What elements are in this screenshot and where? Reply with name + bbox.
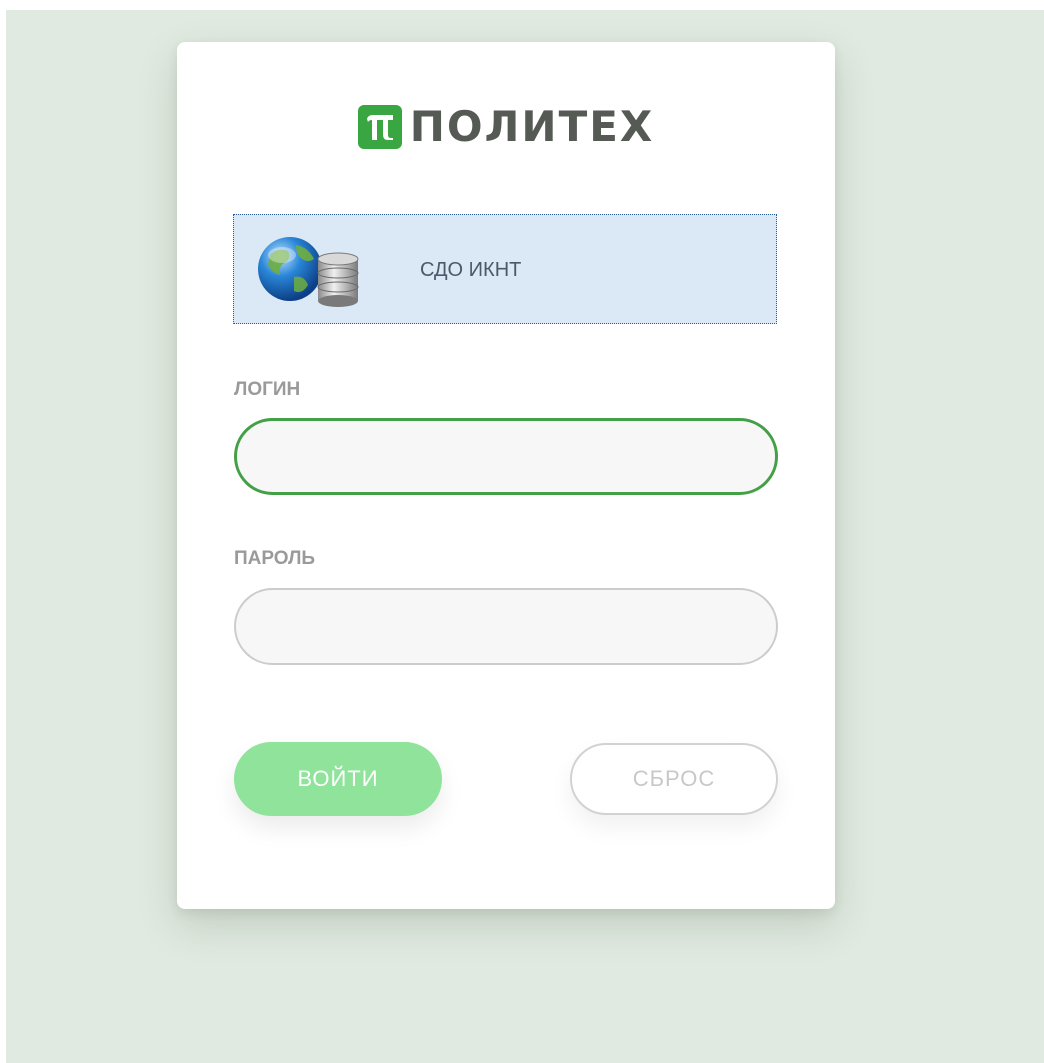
logo: ПОЛИТЕХ [177, 102, 835, 151]
login-card: ПОЛИТЕХ СДО ИКНТ ЛОГИН ПАРОЛЬ ВОЙТИ СБРО… [177, 42, 835, 909]
login-label: ЛОГИН [234, 379, 301, 400]
password-input[interactable] [234, 588, 778, 665]
password-label: ПАРОЛЬ [234, 548, 316, 569]
login-button[interactable]: ВОЙТИ [234, 742, 442, 816]
reset-button[interactable]: СБРОС [570, 743, 778, 815]
service-selector[interactable]: СДО ИКНТ [233, 214, 777, 324]
service-label: СДО ИКНТ [420, 259, 522, 281]
pi-logo-icon [357, 104, 402, 149]
login-input[interactable] [234, 418, 778, 495]
logo-text: ПОЛИТЕХ [409, 102, 655, 151]
page-background: ПОЛИТЕХ СДО ИКНТ ЛОГИН ПАРОЛЬ ВОЙТИ СБРО… [6, 10, 1044, 1063]
globe-database-icon [258, 237, 359, 307]
